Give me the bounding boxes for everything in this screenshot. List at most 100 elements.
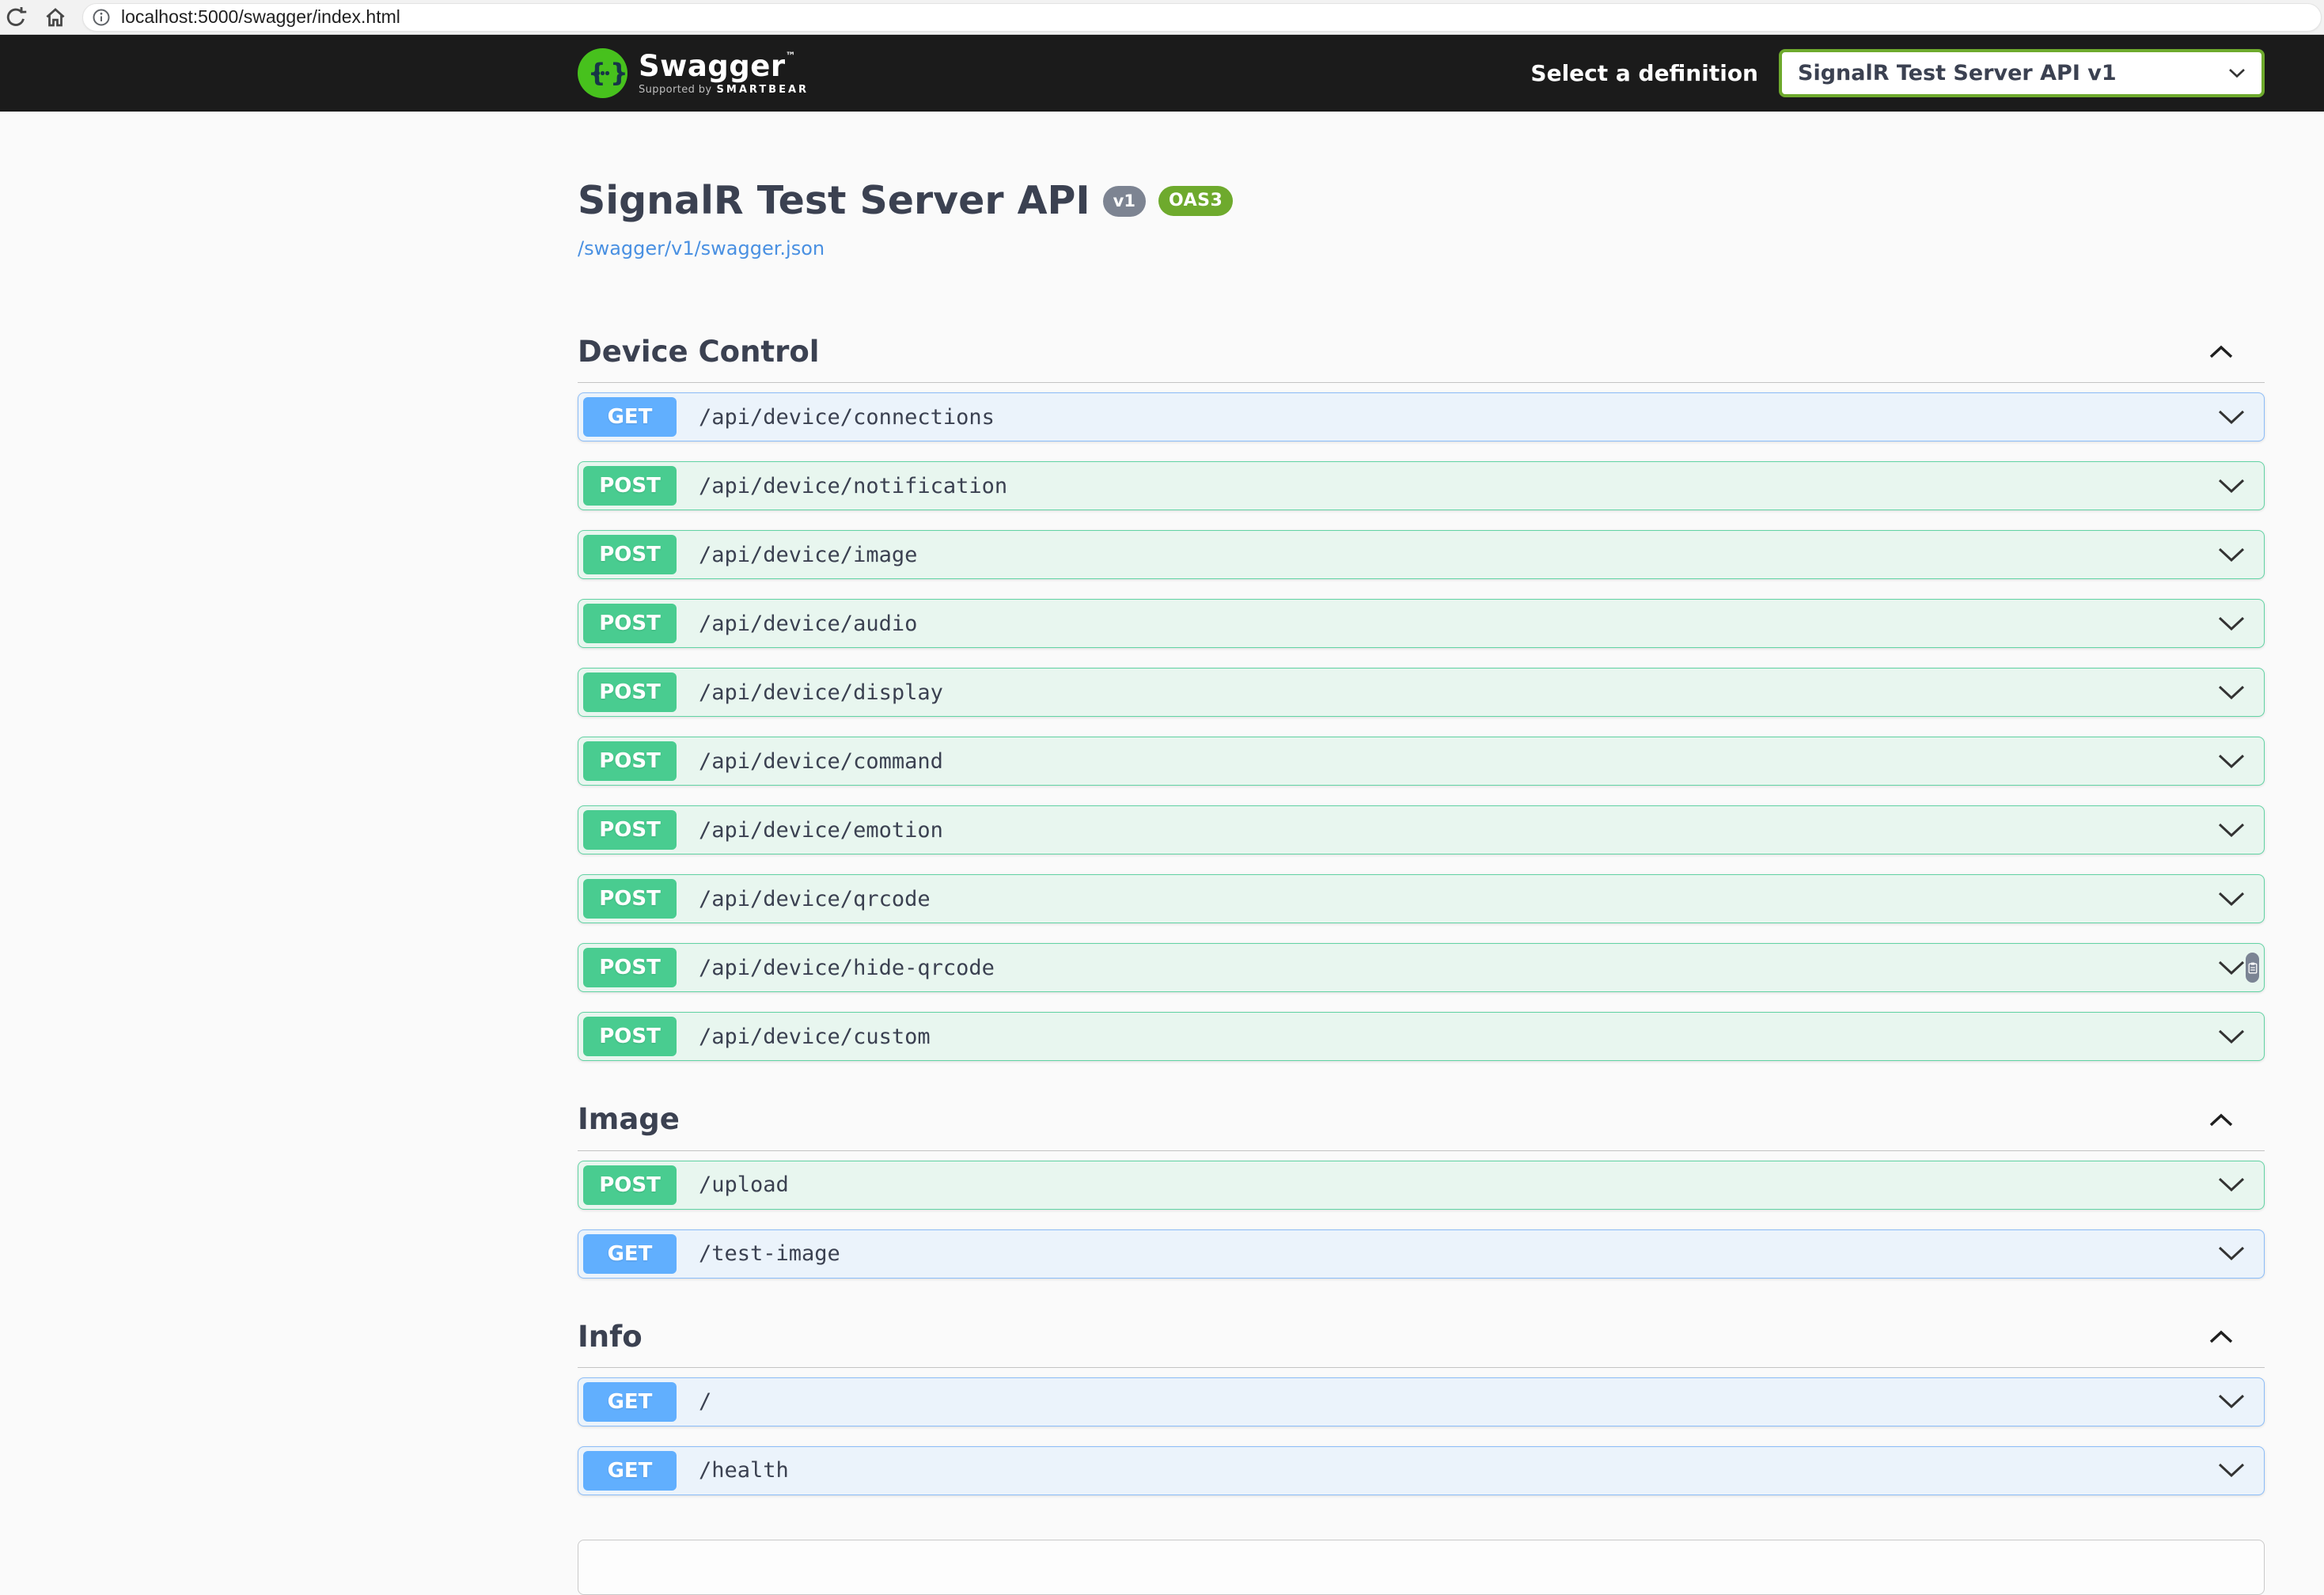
- method-badge: POST: [583, 1165, 677, 1205]
- swagger-logo-icon: { }: [578, 48, 627, 98]
- expand-operation-button[interactable]: [2218, 1029, 2245, 1044]
- method-badge: POST: [583, 879, 677, 919]
- expand-operation-button[interactable]: [2218, 479, 2245, 494]
- operation-row[interactable]: POST /upload: [578, 1161, 2265, 1210]
- version-badge: v1: [1103, 186, 1146, 217]
- method-badge: POST: [583, 466, 677, 506]
- chevron-down-icon: [2218, 960, 2245, 976]
- method-badge: POST: [583, 741, 677, 781]
- expand-operation-button[interactable]: [2218, 547, 2245, 563]
- collapse-section-button[interactable]: [2209, 1330, 2233, 1343]
- expand-operation-button[interactable]: [2218, 1394, 2245, 1409]
- clipboard-icon: [2248, 962, 2258, 974]
- expand-operation-button[interactable]: [2218, 685, 2245, 700]
- operation-path: /api/device/emotion: [699, 818, 943, 843]
- chevron-down-icon: [2218, 1246, 2245, 1261]
- operation-path: /api/device/notification: [699, 474, 1007, 498]
- operation-row[interactable]: POST /api/device/custom: [578, 1012, 2265, 1061]
- method-badge: GET: [583, 1451, 677, 1491]
- chevron-down-icon: [2218, 479, 2245, 494]
- chevron-down-icon: [2218, 1463, 2245, 1478]
- operation-row[interactable]: GET /health: [578, 1446, 2265, 1495]
- api-tag-section: Device Control GET /api/device/connectio…: [578, 335, 2265, 1061]
- oas3-badge: OAS3: [1158, 186, 1233, 216]
- chevron-down-icon: [2218, 892, 2245, 907]
- method-badge: POST: [583, 535, 677, 574]
- swagger-wordmark: Swagger™: [639, 51, 809, 81]
- definition-select[interactable]: SignalR Test Server API v1: [1779, 49, 2265, 97]
- operation-path: /api/device/audio: [699, 612, 917, 636]
- operation-path: /api/device/display: [699, 680, 943, 705]
- expand-operation-button[interactable]: [2218, 754, 2245, 769]
- operation-path: /test-image: [699, 1241, 840, 1266]
- operations-list: POST /upload GET /test-image: [578, 1161, 2265, 1279]
- reload-button[interactable]: [2, 3, 30, 32]
- home-button[interactable]: [41, 3, 70, 32]
- chevron-down-icon: [2218, 1394, 2245, 1409]
- section-title: Image: [578, 1102, 680, 1137]
- operation-path: /api/device/qrcode: [699, 887, 931, 911]
- chevron-up-icon: [2209, 345, 2233, 358]
- operation-row[interactable]: POST /api/device/qrcode: [578, 874, 2265, 923]
- section-header[interactable]: Info: [578, 1320, 2265, 1368]
- operation-path: /api/device/connections: [699, 405, 995, 430]
- method-badge: GET: [583, 397, 677, 437]
- operation-row[interactable]: POST /api/device/audio: [578, 599, 2265, 648]
- chevron-down-icon: [2218, 754, 2245, 769]
- page-title: SignalR Test Server API: [578, 178, 1090, 225]
- operation-row[interactable]: POST /api/device/image: [578, 530, 2265, 579]
- url-text[interactable]: localhost:5000/swagger/index.html: [121, 6, 400, 28]
- operation-row[interactable]: POST /api/device/hide-qrcode: [578, 943, 2265, 992]
- swagger-logo: { } Swagger™ Supported bySMARTBEAR: [578, 48, 809, 98]
- operation-row[interactable]: GET /test-image: [578, 1229, 2265, 1279]
- operation-path: /health: [699, 1458, 789, 1483]
- section-header[interactable]: Image: [578, 1102, 2265, 1150]
- operation-path: /: [699, 1389, 711, 1414]
- method-badge: POST: [583, 604, 677, 643]
- method-badge: POST: [583, 672, 677, 712]
- chevron-up-icon: [2209, 1330, 2233, 1343]
- api-tag-section: Info GET / GET /health: [578, 1320, 2265, 1495]
- home-icon: [44, 6, 67, 29]
- definition-selected-value: SignalR Test Server API v1: [1798, 61, 2117, 85]
- operation-row[interactable]: POST /api/device/emotion: [578, 805, 2265, 854]
- method-badge: GET: [583, 1382, 677, 1422]
- operations-list: GET /api/device/connections POST /api/de…: [578, 392, 2265, 1061]
- expand-operation-button[interactable]: [2218, 960, 2245, 976]
- operation-row[interactable]: POST /api/device/command: [578, 737, 2265, 786]
- collapse-section-button[interactable]: [2209, 345, 2233, 358]
- chevron-down-icon: [2218, 823, 2245, 838]
- operation-row[interactable]: POST /api/device/display: [578, 668, 2265, 717]
- operation-row[interactable]: POST /api/device/notification: [578, 461, 2265, 510]
- expand-operation-button[interactable]: [2218, 1463, 2245, 1478]
- expand-operation-button[interactable]: [2218, 1177, 2245, 1192]
- expand-operation-button[interactable]: [2218, 823, 2245, 838]
- expand-operation-button[interactable]: [2218, 410, 2245, 425]
- expand-operation-button[interactable]: [2218, 892, 2245, 907]
- operation-row[interactable]: GET /: [578, 1377, 2265, 1426]
- section-title: Device Control: [578, 335, 819, 369]
- spec-json-link[interactable]: /swagger/v1/swagger.json: [578, 237, 825, 260]
- scrollbar-thumb[interactable]: [2246, 953, 2259, 983]
- operation-path: /api/device/image: [699, 543, 917, 567]
- operation-row[interactable]: GET /api/device/connections: [578, 392, 2265, 441]
- expand-operation-button[interactable]: [2218, 616, 2245, 631]
- reload-icon: [4, 6, 28, 29]
- collapse-section-button[interactable]: [2209, 1113, 2233, 1127]
- expand-operation-button[interactable]: [2218, 1246, 2245, 1261]
- address-bar[interactable]: localhost:5000/swagger/index.html: [82, 3, 2322, 32]
- chevron-down-icon: [2218, 547, 2245, 563]
- operations-list: GET / GET /health: [578, 1377, 2265, 1495]
- chevron-down-icon: [2218, 1029, 2245, 1044]
- chevron-down-icon: [2218, 1177, 2245, 1192]
- section-header[interactable]: Device Control: [578, 335, 2265, 383]
- method-badge: POST: [583, 1017, 677, 1056]
- swagger-topbar: { } Swagger™ Supported bySMARTBEAR Selec…: [0, 35, 2324, 112]
- operation-path: /api/device/command: [699, 749, 943, 774]
- chevron-up-icon: [2209, 1113, 2233, 1127]
- method-badge: GET: [583, 1234, 677, 1274]
- page-info-icon[interactable]: [92, 8, 111, 27]
- operation-path: /api/device/hide-qrcode: [699, 956, 995, 980]
- trademark-symbol: ™: [786, 51, 797, 63]
- operation-path: /api/device/custom: [699, 1025, 931, 1049]
